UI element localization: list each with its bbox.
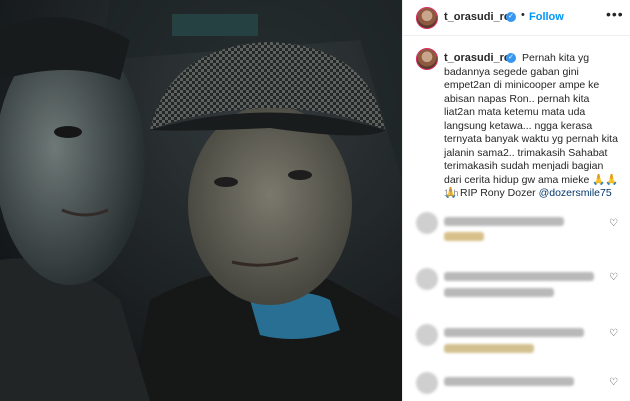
author-username[interactable]: t_orasudi_ro	[444, 11, 511, 23]
author-avatar[interactable]	[416, 7, 438, 29]
blurred-comment-line	[444, 232, 484, 241]
verified-badge-icon: ✓	[506, 12, 516, 22]
post-header: t_orasudi_ro ✓ • Follow •••	[403, 0, 630, 36]
blurred-comment-line	[444, 377, 574, 386]
blurred-comment-line	[444, 272, 594, 281]
comment-like-icon[interactable]: ♡	[609, 272, 618, 283]
blurred-comment-line	[444, 217, 564, 226]
blurred-comment-line	[444, 344, 534, 353]
separator-dot: •	[521, 9, 525, 21]
blurred-comment-line	[444, 288, 554, 297]
post-photo[interactable]	[0, 0, 402, 401]
comment-like-icon[interactable]: ♡	[609, 377, 618, 388]
comment-avatar[interactable]	[416, 324, 438, 346]
mention-link[interactable]: @dozersmile75	[539, 187, 612, 199]
comment-like-icon[interactable]: ♡	[609, 328, 618, 339]
comment-avatar[interactable]	[416, 372, 438, 394]
post-sidebar: t_orasudi_ro ✓ • Follow ••• Pernah kita …	[402, 0, 630, 401]
post-timestamp[interactable]: 11h	[444, 188, 458, 198]
follow-button[interactable]: Follow	[529, 11, 564, 23]
comment-like-icon[interactable]: ♡	[609, 218, 618, 229]
caption-username[interactable]: t_orasudi_ro	[444, 52, 511, 64]
caption-text: Pernah kita yg badannya segede gaban gin…	[444, 52, 622, 201]
more-options-icon[interactable]: •••	[606, 6, 624, 22]
blurred-comment-line	[444, 328, 584, 337]
caption-verified-badge-icon: ✓	[506, 53, 516, 63]
comment-avatar[interactable]	[416, 268, 438, 290]
caption-body: Pernah kita yg badannya segede gaban gin…	[444, 52, 619, 199]
caption-author-avatar[interactable]	[416, 48, 438, 70]
comment-avatar[interactable]	[416, 212, 438, 234]
photo-illustration	[0, 0, 402, 401]
